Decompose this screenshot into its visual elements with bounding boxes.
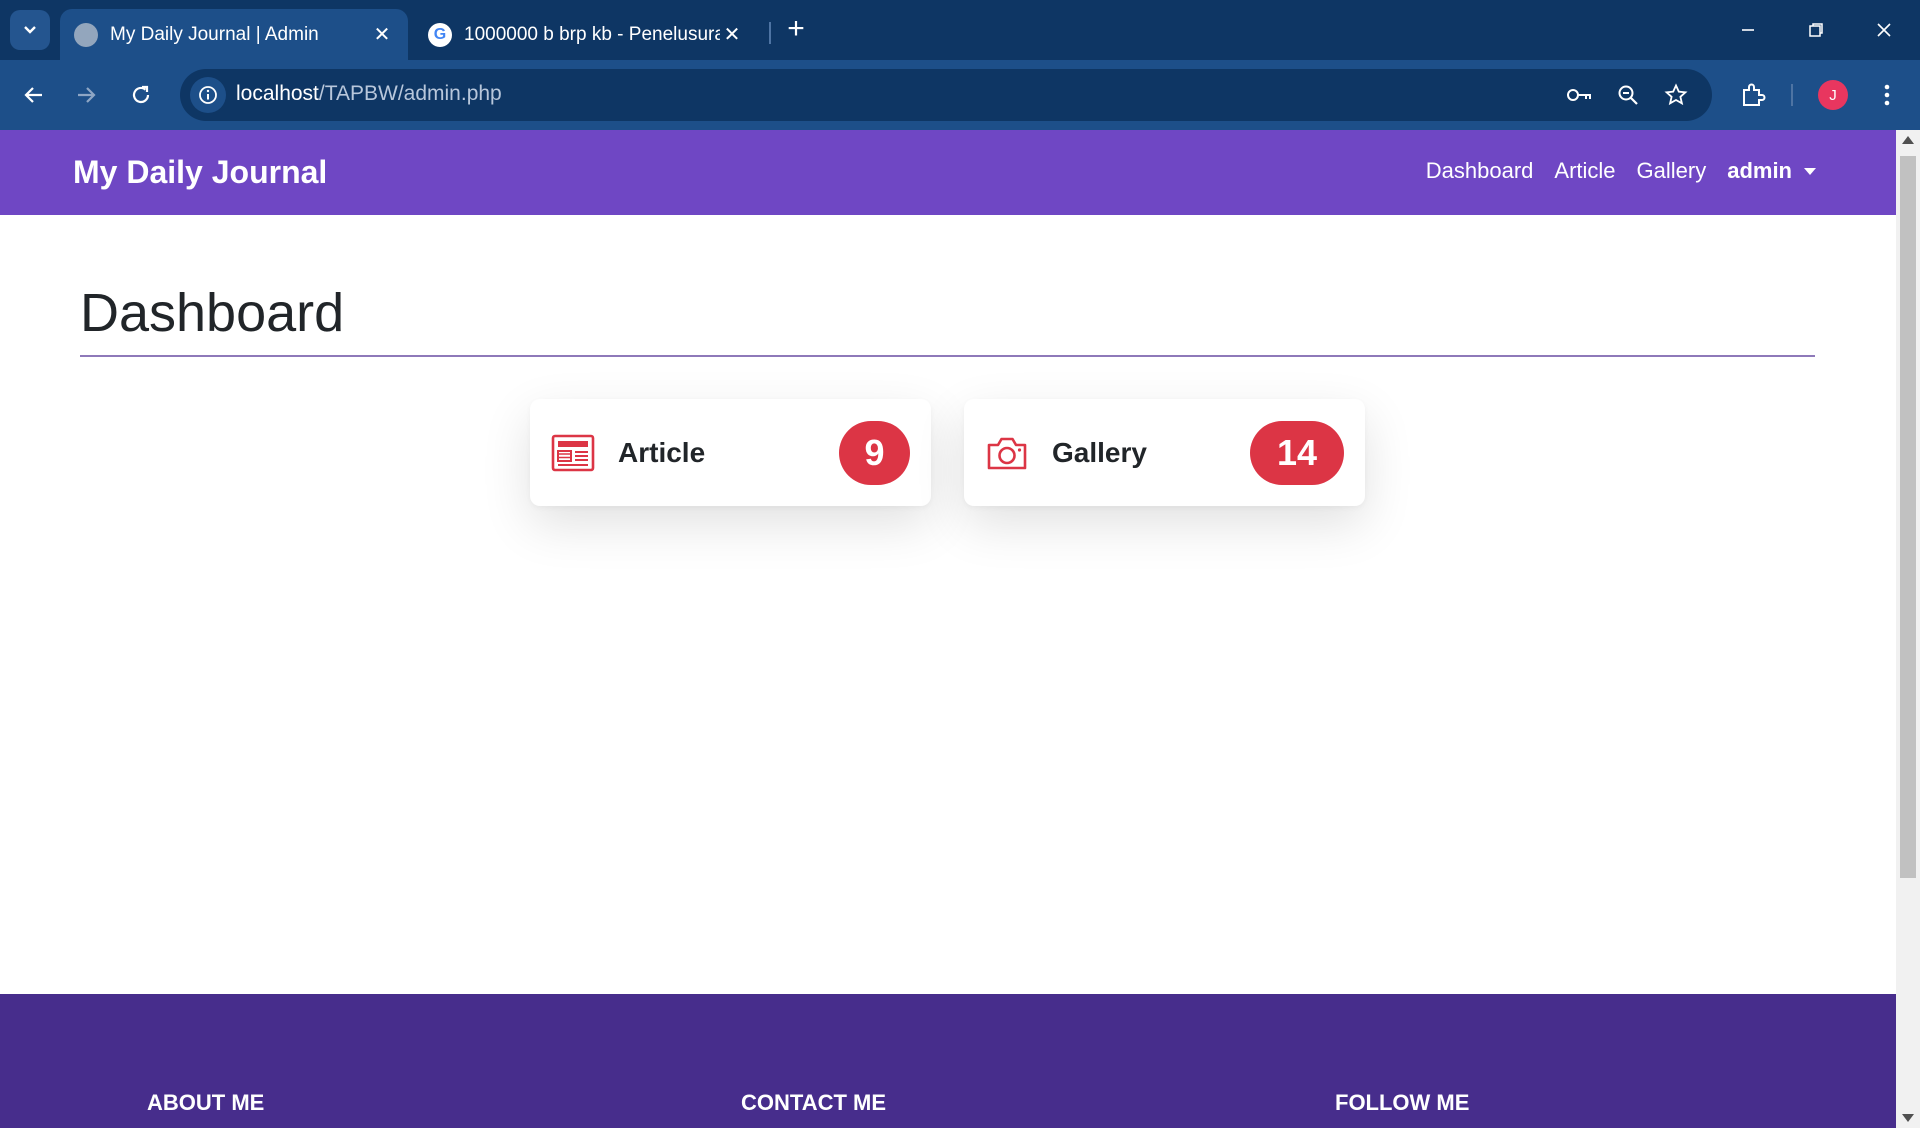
scroll-up-arrow-icon[interactable] bbox=[1902, 136, 1914, 144]
close-icon bbox=[1877, 23, 1891, 37]
extensions-button[interactable] bbox=[1736, 78, 1770, 112]
footer-heading-about: ABOUT ME bbox=[147, 1090, 265, 1115]
forward-button[interactable] bbox=[66, 75, 106, 115]
puzzle-icon bbox=[1743, 83, 1766, 106]
chevron-down-icon bbox=[24, 26, 36, 34]
browser-tab-bar: My Daily Journal | Admin ✕ G 1000000 b b… bbox=[0, 0, 1920, 60]
card-label: Gallery bbox=[1052, 437, 1147, 468]
minimize-icon bbox=[1742, 29, 1754, 31]
restore-icon bbox=[1809, 23, 1823, 37]
nav-link-gallery[interactable]: Gallery bbox=[1637, 158, 1707, 184]
title-divider bbox=[80, 355, 1815, 357]
page-title: Dashboard bbox=[80, 283, 345, 343]
globe-icon bbox=[74, 22, 98, 47]
tab-title: My Daily Journal | Admin bbox=[110, 23, 319, 45]
page-scrollbar[interactable] bbox=[1896, 130, 1920, 1128]
count-badge: 9 bbox=[839, 421, 910, 485]
site-info-button[interactable] bbox=[190, 77, 226, 113]
card-label: Article bbox=[618, 437, 706, 468]
zoom-out-icon bbox=[1618, 85, 1638, 105]
tab-search-button[interactable] bbox=[10, 10, 50, 50]
page-viewport: My Daily Journal Dashboard Article Galle… bbox=[0, 130, 1896, 1128]
reload-icon bbox=[132, 85, 150, 104]
count-badge: 14 bbox=[1250, 421, 1344, 485]
article-card[interactable]: Article 9 bbox=[530, 399, 931, 506]
caret-down-icon bbox=[1804, 167, 1816, 175]
toolbar-divider bbox=[1791, 84, 1793, 106]
profile-avatar[interactable]: J bbox=[1818, 80, 1848, 110]
close-icon[interactable]: ✕ bbox=[370, 22, 394, 47]
footer-heading-follow: FOLLOW ME bbox=[1335, 1090, 1470, 1115]
new-tab-button[interactable]: + bbox=[780, 14, 812, 46]
arrow-left-icon bbox=[24, 87, 42, 103]
user-name: admin bbox=[1727, 158, 1792, 183]
nav-link-article[interactable]: Article bbox=[1554, 158, 1615, 184]
site-brand[interactable]: My Daily Journal bbox=[73, 154, 327, 191]
address-bar[interactable]: localhost/TAPBW/admin.php bbox=[180, 69, 1712, 121]
more-vertical-icon bbox=[1884, 84, 1890, 106]
close-icon[interactable]: ✕ bbox=[720, 22, 744, 47]
url-host: localhost bbox=[236, 82, 319, 105]
arrow-right-icon bbox=[78, 87, 96, 103]
camera-icon bbox=[987, 437, 1027, 470]
menu-button[interactable] bbox=[1870, 78, 1904, 112]
bookmark-button[interactable] bbox=[1662, 81, 1690, 109]
password-key-button[interactable] bbox=[1566, 81, 1594, 109]
browser-toolbar: localhost/TAPBW/admin.php bbox=[0, 60, 1920, 130]
nav-link-dashboard[interactable]: Dashboard bbox=[1426, 158, 1534, 184]
newspaper-icon bbox=[551, 434, 595, 472]
url-text[interactable]: localhost/TAPBW/admin.php bbox=[236, 82, 502, 106]
scrollbar-thumb[interactable] bbox=[1900, 156, 1916, 878]
footer-heading-contact: CONTACT ME bbox=[741, 1090, 887, 1115]
info-icon bbox=[199, 86, 217, 104]
star-icon bbox=[1664, 83, 1688, 106]
restore-button[interactable] bbox=[1796, 12, 1836, 48]
minimize-button[interactable] bbox=[1728, 12, 1768, 48]
reload-button[interactable] bbox=[121, 75, 161, 115]
scroll-down-arrow-icon[interactable] bbox=[1902, 1114, 1914, 1122]
close-window-button[interactable] bbox=[1864, 12, 1904, 48]
site-footer: ABOUT ME CONTACT ME FOLLOW ME bbox=[0, 994, 1896, 1128]
gallery-card[interactable]: Gallery 14 bbox=[964, 399, 1365, 506]
tab-google-search[interactable]: G 1000000 b brp kb - Penelusuran ✕ bbox=[414, 9, 758, 60]
tab-admin[interactable]: My Daily Journal | Admin ✕ bbox=[60, 9, 408, 60]
zoom-button[interactable] bbox=[1614, 81, 1642, 109]
back-button[interactable] bbox=[14, 75, 54, 115]
nav-links: Dashboard Article Gallery admin bbox=[1405, 158, 1816, 184]
user-dropdown[interactable]: admin bbox=[1727, 158, 1816, 184]
url-path: /TAPBW/admin.php bbox=[318, 82, 502, 105]
tab-title: 1000000 b brp kb - Penelusuran bbox=[464, 23, 720, 45]
tab-separator bbox=[769, 22, 771, 44]
google-icon: G bbox=[428, 22, 452, 47]
key-icon bbox=[1567, 89, 1591, 101]
site-navbar: My Daily Journal Dashboard Article Galle… bbox=[0, 130, 1896, 215]
